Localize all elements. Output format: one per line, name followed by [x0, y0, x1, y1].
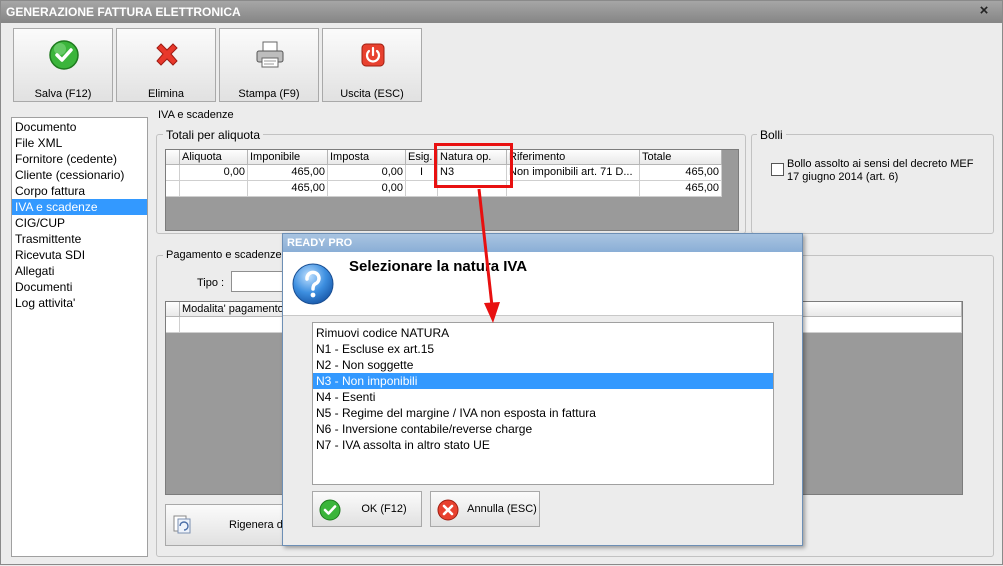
- grid-row-marker[interactable]: [166, 181, 180, 197]
- natura-option[interactable]: N7 - IVA assolta in altro stato UE: [313, 437, 773, 453]
- dialog-header-area: Selezionare la natura IVA: [283, 252, 802, 316]
- bolli-group: [751, 134, 994, 234]
- natura-dialog: READY PRO Selezionare la natura IVA Rimu…: [282, 233, 803, 546]
- bollo-label-line-1: Bollo assolto ai sensi del decreto MEF: [787, 158, 974, 170]
- grid-cell[interactable]: 465,00: [640, 181, 722, 197]
- delete-x-icon: [156, 43, 178, 66]
- window-title: GENERAZIONE FATTURA ELETTRONICA: [6, 5, 241, 19]
- print-button-label: Stampa (F9): [238, 88, 300, 100]
- regenerate-icon: [173, 515, 191, 534]
- close-icon[interactable]: ×: [976, 3, 992, 19]
- nav-item[interactable]: Documenti: [12, 279, 147, 295]
- dialog-heading: Selezionare la natura IVA: [349, 258, 528, 275]
- grid-cell[interactable]: 0,00: [328, 181, 406, 197]
- regenerate-label: Rigenera da: [229, 519, 289, 531]
- nav-item[interactable]: IVA e scadenze: [12, 199, 147, 215]
- natura-option[interactable]: N3 - Non imponibili: [313, 373, 773, 389]
- main-window: GENERAZIONE FATTURA ELETTRONICA × Salva …: [0, 0, 1003, 565]
- grid-row-header: [166, 302, 180, 317]
- dialog-title: READY PRO: [287, 237, 353, 249]
- exit-button-label: Uscita (ESC): [340, 88, 404, 100]
- highlight-natura-column: [434, 143, 513, 188]
- nav-item[interactable]: Corpo fattura: [12, 183, 147, 199]
- exit-button[interactable]: Uscita (ESC): [322, 28, 422, 102]
- grid-row-header: [166, 150, 180, 165]
- bollo-label-line-2: 17 giugno 2014 (art. 6): [787, 171, 899, 183]
- section-nav: Documento File XML Fornitore (cedente) Clie…: [11, 117, 148, 557]
- grid-cell[interactable]: 465,00: [248, 181, 328, 197]
- delete-button-label: Elimina: [147, 88, 185, 100]
- totali-legend: Totali per aliquota: [163, 128, 264, 142]
- grid-cell[interactable]: 465,00: [248, 165, 328, 181]
- cancel-button-label: Annulla (ESC): [467, 503, 537, 515]
- grid-cell[interactable]: [180, 181, 248, 197]
- grid-column-header[interactable]: Imposta: [328, 150, 406, 165]
- natura-option[interactable]: N6 - Inversione contabile/reverse charge: [313, 421, 773, 437]
- bollo-checkbox[interactable]: [771, 163, 784, 176]
- pagamento-legend: Pagamento e scadenze: [163, 249, 285, 261]
- cancel-icon: [437, 499, 459, 521]
- print-button[interactable]: Stampa (F9): [219, 28, 319, 102]
- grid-column-header[interactable]: Aliquota: [180, 150, 248, 165]
- save-button-label: Salva (F12): [34, 88, 92, 100]
- grid-cell[interactable]: 465,00: [640, 165, 722, 181]
- nav-item[interactable]: Cliente (cessionario): [12, 167, 147, 183]
- save-button[interactable]: Salva (F12): [13, 28, 113, 102]
- nav-item[interactable]: Allegati: [12, 263, 147, 279]
- ok-button[interactable]: OK (F12): [312, 491, 422, 527]
- cancel-button[interactable]: Annulla (ESC): [430, 491, 540, 527]
- window-title-bar: GENERAZIONE FATTURA ELETTRONICA ×: [1, 1, 1002, 23]
- nav-item[interactable]: Trasmittente: [12, 231, 147, 247]
- grid-column-header[interactable]: Riferimento: [507, 150, 640, 165]
- grid-column-header[interactable]: Totale: [640, 150, 722, 165]
- natura-option[interactable]: N1 - Escluse ex art.15: [313, 341, 773, 357]
- natura-option[interactable]: N5 - Regime del margine / IVA non espost…: [313, 405, 773, 421]
- nav-item[interactable]: CIG/CUP: [12, 215, 147, 231]
- bolli-legend: Bolli: [757, 128, 786, 142]
- question-icon: [292, 263, 334, 305]
- natura-list: Rimuovi codice NATURA N1 - Escluse ex art…: [312, 322, 774, 485]
- delete-button[interactable]: Elimina: [116, 28, 216, 102]
- printer-icon: [256, 41, 284, 68]
- natura-option[interactable]: Rimuovi codice NATURA: [313, 325, 773, 341]
- nav-item[interactable]: File XML: [12, 135, 147, 151]
- grid-cell[interactable]: 0,00: [328, 165, 406, 181]
- check-icon: [319, 499, 341, 521]
- grid-column-header[interactable]: Imponibile: [248, 150, 328, 165]
- nav-item[interactable]: Documento: [12, 119, 147, 135]
- tipo-label: Tipo :: [197, 277, 225, 289]
- nav-item[interactable]: Log attivita': [12, 295, 147, 311]
- natura-option[interactable]: N2 - Non soggette: [313, 357, 773, 373]
- ok-button-label: OK (F12): [361, 503, 407, 515]
- bollo-checkbox-label: Bollo assolto ai sensi del decreto MEF 1…: [787, 158, 973, 184]
- check-icon: [49, 40, 79, 70]
- grid-cell[interactable]: [507, 181, 640, 197]
- grid-row-marker[interactable]: [166, 165, 180, 181]
- dialog-title-bar: READY PRO: [283, 234, 802, 252]
- natura-option[interactable]: N4 - Esenti: [313, 389, 773, 405]
- section-title: IVA e scadenze: [155, 109, 237, 121]
- nav-item[interactable]: Fornitore (cedente): [12, 151, 147, 167]
- grid-cell[interactable]: Non imponibili art. 71 D...: [507, 165, 640, 181]
- nav-item[interactable]: Ricevuta SDI: [12, 247, 147, 263]
- grid-row-marker: [166, 317, 180, 333]
- power-off-icon: [361, 43, 385, 67]
- grid-cell[interactable]: 0,00: [180, 165, 248, 181]
